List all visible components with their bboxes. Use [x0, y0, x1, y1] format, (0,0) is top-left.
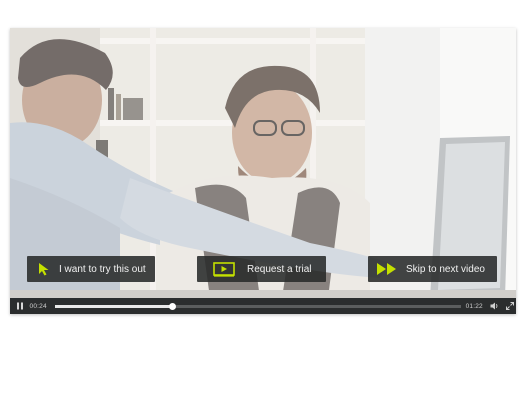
- skip-next-video-label: Skip to next video: [406, 263, 485, 275]
- progress-scrubber[interactable]: [169, 302, 177, 310]
- video-player[interactable]: I want to try this out Request a trial S…: [10, 28, 516, 314]
- progress-played: [54, 304, 173, 308]
- skip-next-video-button[interactable]: Skip to next video: [368, 256, 497, 282]
- video-control-bar: 00:24 01:22: [10, 298, 516, 314]
- progress-bar[interactable]: [54, 302, 461, 310]
- try-it-out-button[interactable]: I want to try this out: [27, 256, 155, 282]
- video-screen-play-icon: [213, 261, 235, 277]
- fast-forward-icon: [376, 262, 398, 276]
- try-it-out-label: I want to try this out: [59, 263, 146, 275]
- current-time: 00:24: [29, 302, 47, 310]
- fullscreen-icon[interactable]: [504, 298, 516, 314]
- request-trial-label: Request a trial: [247, 263, 312, 275]
- video-duration: 01:22: [465, 302, 483, 310]
- volume-icon[interactable]: [489, 298, 501, 314]
- pause-icon[interactable]: [13, 298, 27, 314]
- cursor-arrow-icon: [37, 262, 51, 276]
- request-trial-button[interactable]: Request a trial: [197, 256, 326, 282]
